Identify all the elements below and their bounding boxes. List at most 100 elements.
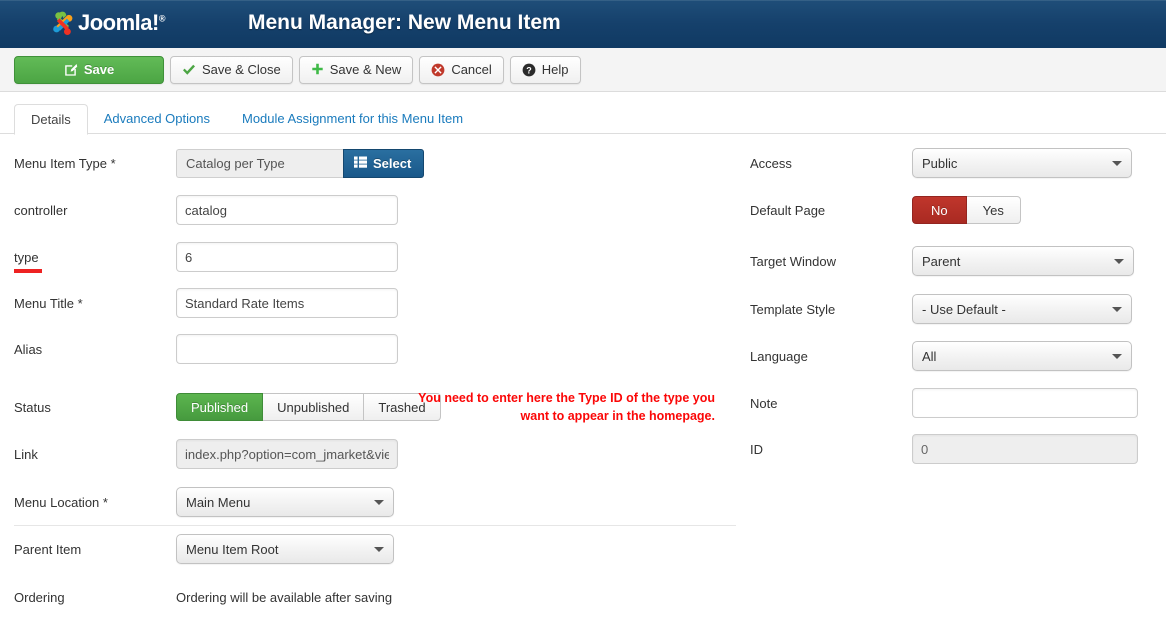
svg-text:?: ? (526, 65, 532, 75)
default-page-option-yes[interactable]: Yes (966, 196, 1021, 224)
menu-item-form: Menu Item Type * Catalog per Type Select (0, 134, 1166, 634)
ordering-value: Ordering will be available after saving (176, 589, 393, 605)
status-button-group: Published Unpublished Trashed (176, 393, 441, 421)
page-title: Menu Manager: New Menu Item (248, 11, 561, 34)
cancel-button-label: Cancel (451, 62, 492, 77)
field-language: Language All (750, 341, 1132, 371)
menu-title-label: Menu Title * (14, 295, 83, 311)
joomla-logo-icon (48, 9, 78, 39)
save-and-new-button[interactable]: Save & New (298, 55, 414, 84)
language-label: Language (750, 348, 808, 364)
type-input[interactable] (176, 242, 398, 272)
field-note: Note (750, 388, 1138, 418)
select-type-button-label: Select (373, 155, 412, 171)
annotation-note: You need to enter here the Type ID of th… (410, 389, 715, 425)
id-input (912, 434, 1138, 464)
controller-label: controller (14, 202, 68, 218)
status-label: Status (14, 399, 51, 415)
status-option-published[interactable]: Published (176, 393, 264, 421)
tab-bar: Details Advanced Options Module Assignme… (0, 92, 1166, 135)
access-select[interactable]: Public (912, 148, 1132, 178)
field-link: Link (14, 439, 398, 469)
field-alias: Alias (14, 334, 398, 364)
field-access: Access Public (750, 148, 1132, 178)
access-value: Public (922, 155, 958, 171)
parent-item-label: Parent Item (14, 541, 82, 557)
save-button-label: Save (83, 62, 115, 77)
field-type: type (14, 242, 398, 273)
field-status: Status Published Unpublished Trashed (14, 392, 441, 422)
menu-title-input[interactable] (176, 288, 398, 318)
menu-location-select[interactable]: Main Menu (176, 487, 394, 517)
target-window-select[interactable]: Parent (912, 246, 1134, 276)
menu-item-type-label: Menu Item Type * (14, 155, 116, 171)
status-option-unpublished[interactable]: Unpublished (263, 393, 365, 421)
status-option-unpublished-label: Unpublished (277, 399, 350, 415)
chevron-down-icon (1114, 259, 1124, 264)
annotation-line-1: You need to enter here the Type ID of th… (418, 391, 690, 405)
tab-advanced-options[interactable]: Advanced Options (88, 103, 226, 134)
language-select[interactable]: All (912, 341, 1132, 371)
target-window-value: Parent (922, 253, 961, 269)
field-template-style: Template Style - Use Default - (750, 294, 1132, 324)
alias-label: Alias (14, 341, 43, 357)
field-ordering: Ordering Ordering will be available afte… (14, 582, 392, 612)
template-style-select[interactable]: - Use Default - (912, 294, 1132, 324)
section-divider (14, 525, 736, 526)
brand-name: Joomla!® (78, 10, 166, 35)
chevron-down-icon (1112, 307, 1122, 312)
tab-module-assignment[interactable]: Module Assignment for this Menu Item (226, 103, 479, 134)
cancel-button[interactable]: Cancel (419, 55, 504, 84)
link-input[interactable] (176, 439, 398, 469)
type-label: type (14, 250, 176, 273)
tab-details-label: Details (31, 112, 71, 127)
field-id: ID (750, 434, 1138, 464)
toolbar: Save Save & Close Save & New Cancel ? He… (0, 48, 1166, 92)
field-default-page: Default Page No Yes (750, 195, 1021, 225)
link-label: Link (14, 446, 38, 462)
id-label: ID (750, 441, 763, 457)
language-value: All (922, 348, 937, 364)
default-page-button-group: No Yes (912, 196, 1021, 224)
status-option-published-label: Published (191, 399, 249, 415)
chevron-down-icon (1112, 354, 1122, 359)
save-button[interactable]: Save (14, 55, 164, 84)
field-menu-item-type: Menu Item Type * Catalog per Type Select (14, 148, 425, 178)
question-circle-icon: ? (522, 63, 536, 77)
help-button-label: Help (541, 62, 569, 77)
controller-input[interactable] (176, 195, 398, 225)
help-button[interactable]: ? Help (509, 55, 581, 84)
list-grid-icon (354, 156, 367, 171)
menu-location-label: Menu Location * (14, 494, 108, 510)
menu-location-value: Main Menu (186, 494, 251, 510)
field-parent-item: Parent Item Menu Item Root (14, 534, 394, 564)
field-menu-location: Menu Location * Main Menu (14, 487, 394, 517)
save-and-new-label: Save & New (329, 62, 402, 77)
template-style-value: - Use Default - (922, 301, 1006, 317)
save-and-close-button[interactable]: Save & Close (170, 55, 293, 84)
tab-module-assignment-label: Module Assignment for this Menu Item (241, 111, 464, 126)
joomla-brand[interactable]: Joomla!® (48, 7, 166, 41)
chevron-down-icon (374, 500, 384, 505)
alias-input[interactable] (176, 334, 398, 364)
parent-item-select[interactable]: Menu Item Root (176, 534, 394, 564)
note-label: Note (750, 395, 778, 411)
save-and-close-label: Save & Close (202, 62, 281, 77)
select-type-button[interactable]: Select (343, 148, 425, 178)
default-page-option-no[interactable]: No (912, 196, 967, 224)
field-controller: controller (14, 195, 398, 225)
menu-item-type-value: Catalog per Type (176, 148, 343, 178)
menu-item-type-combo: Catalog per Type Select (176, 148, 425, 178)
plus-icon (311, 63, 324, 76)
parent-item-value: Menu Item Root (186, 541, 279, 557)
default-page-label: Default Page (750, 202, 826, 218)
tab-advanced-options-label: Advanced Options (103, 111, 210, 126)
note-input[interactable] (912, 388, 1138, 418)
template-style-label: Template Style (750, 301, 836, 317)
tab-details[interactable]: Details (14, 104, 88, 135)
edit-square-icon (64, 63, 78, 77)
ordering-label: Ordering (14, 589, 65, 605)
chevron-down-icon (1112, 161, 1122, 166)
cancel-circle-icon (431, 63, 445, 77)
default-page-option-no-label: No (931, 202, 948, 218)
